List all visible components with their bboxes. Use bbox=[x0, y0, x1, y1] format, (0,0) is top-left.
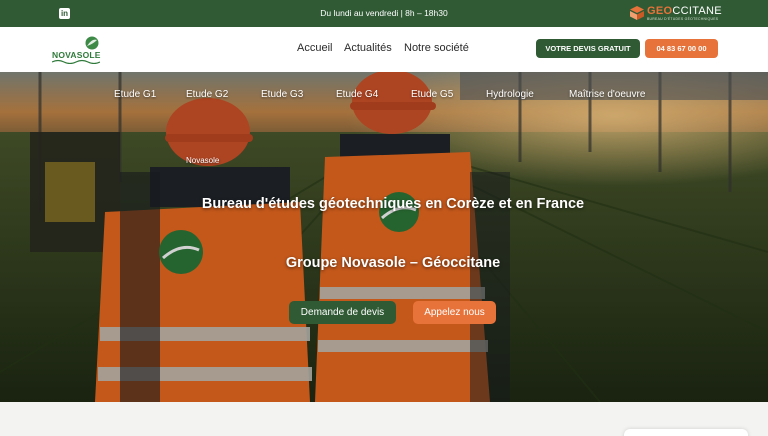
nav-actualites[interactable]: Actualités bbox=[344, 42, 392, 54]
subnav-etude-g2[interactable]: Etude G2 bbox=[186, 89, 228, 100]
page-subtitle: Groupe Novasole – Géoccitane bbox=[285, 255, 501, 271]
subnav-etude-g4[interactable]: Etude G4 bbox=[336, 89, 378, 100]
top-bar: in Du lundi au vendredi | 8h – 18h30 GEO… bbox=[0, 0, 768, 27]
free-quote-button[interactable]: VOTRE DEVIS GRATUIT bbox=[536, 39, 640, 58]
hero-background-image bbox=[0, 72, 768, 402]
leaf-logo-icon bbox=[85, 36, 99, 50]
phone-button[interactable]: 04 83 67 00 00 bbox=[645, 39, 718, 58]
subnav-etude-g3[interactable]: Etude G3 bbox=[261, 89, 303, 100]
content-section bbox=[0, 402, 768, 436]
nav-notre-societe[interactable]: Notre société bbox=[404, 42, 469, 54]
logo-wave-icon bbox=[52, 59, 100, 64]
nav-accueil[interactable]: Accueil bbox=[297, 42, 332, 54]
geoccitane-cube-icon bbox=[630, 6, 644, 20]
novasole-logo[interactable]: NOVASOLE bbox=[52, 35, 104, 65]
request-quote-button[interactable]: Demande de devis bbox=[289, 301, 396, 324]
geoccitane-tagline: BUREAU D'ÉTUDES GÉOTECHNIQUES bbox=[647, 17, 719, 21]
hero-section: Etude G1 Etude G2 Etude G3 Etude G4 Etud… bbox=[0, 72, 768, 402]
floating-card[interactable] bbox=[624, 429, 748, 436]
subnav-maitrise-oeuvre[interactable]: Maîtrise d'oeuvre bbox=[569, 89, 645, 100]
page-title: Bureau d'études géotechniques en Corèze … bbox=[201, 196, 585, 212]
services-subnav: Etude G1 Etude G2 Etude G3 Etude G4 Etud… bbox=[0, 89, 768, 103]
call-us-button[interactable]: Appelez nous bbox=[413, 301, 496, 324]
subnav-etude-g1[interactable]: Etude G1 bbox=[114, 89, 156, 100]
subnav-hydrologie[interactable]: Hydrologie bbox=[486, 89, 534, 100]
site-header: NOVASOLE Accueil Actualités Notre sociét… bbox=[0, 27, 768, 72]
subnav-etude-g5[interactable]: Etude G5 bbox=[411, 89, 453, 100]
geoccitane-name: GEOCCITANE bbox=[647, 5, 722, 17]
breadcrumb[interactable]: Novasole bbox=[186, 156, 219, 165]
